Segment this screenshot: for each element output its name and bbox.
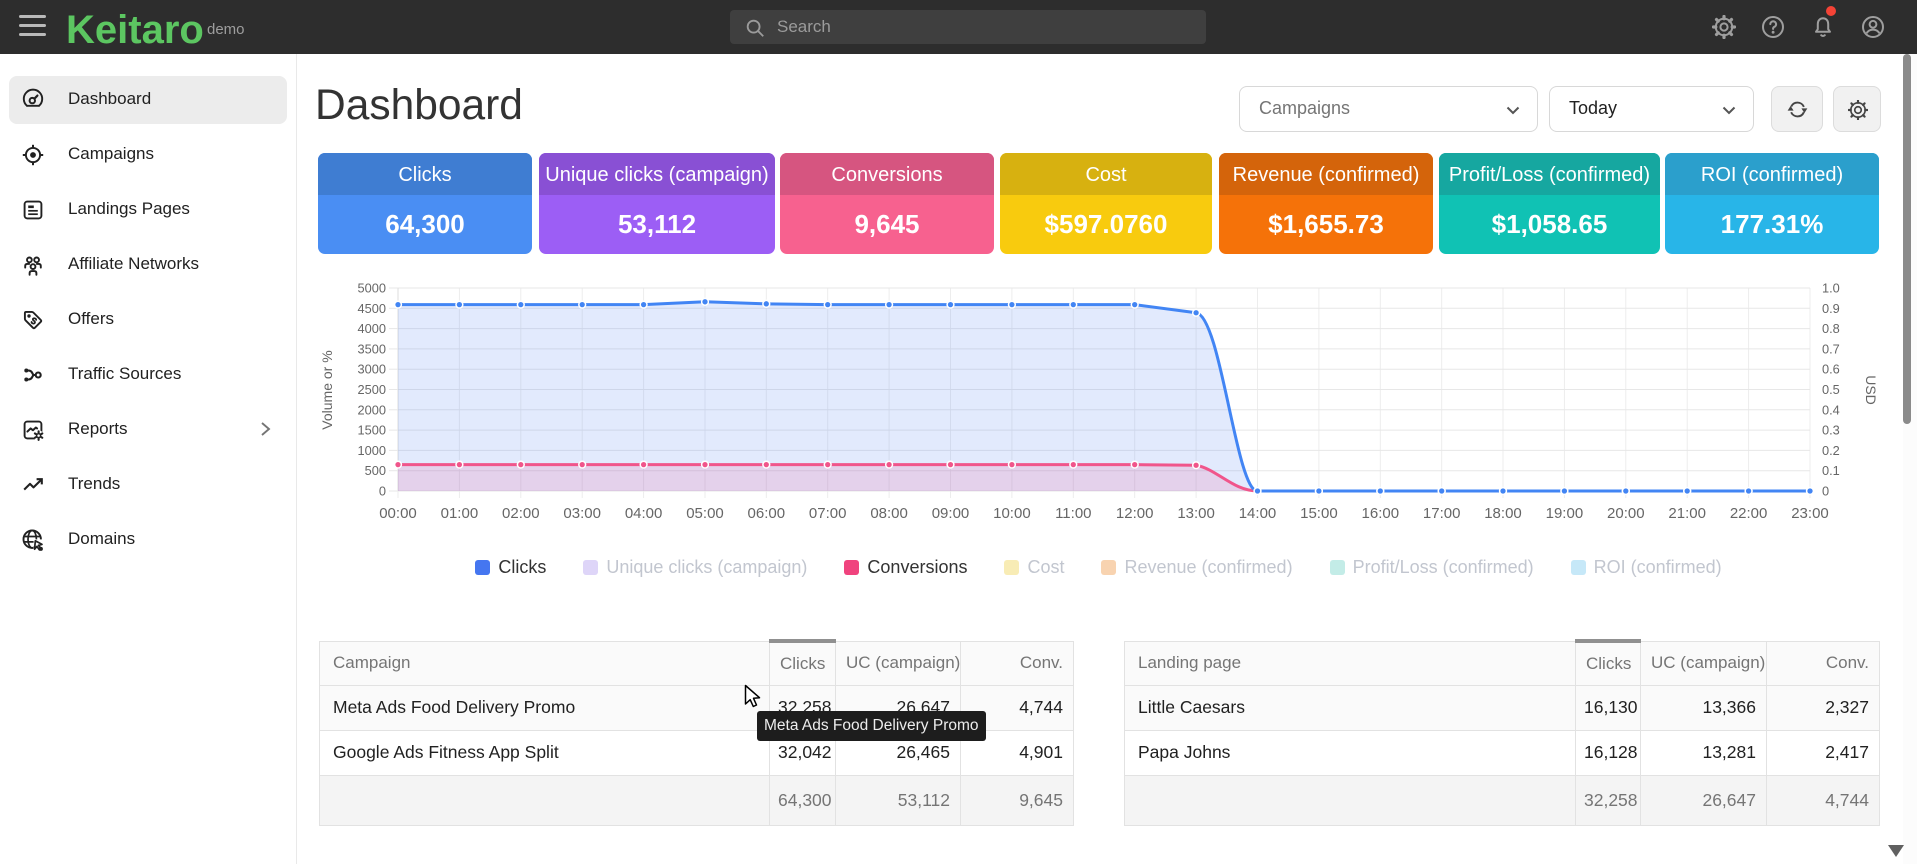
- svg-text:0.9: 0.9: [1822, 301, 1840, 316]
- svg-text:02:00: 02:00: [502, 505, 540, 522]
- svg-text:19:00: 19:00: [1546, 505, 1584, 522]
- svg-text:07:00: 07:00: [809, 505, 847, 522]
- svg-text:16:00: 16:00: [1362, 505, 1400, 522]
- svg-text:08:00: 08:00: [870, 505, 908, 522]
- svg-text:Volume or %: Volume or %: [319, 350, 335, 429]
- svg-text:13:00: 13:00: [1177, 505, 1215, 522]
- svg-text:17:00: 17:00: [1423, 505, 1461, 522]
- svg-text:0.8: 0.8: [1822, 321, 1840, 336]
- svg-text:09:00: 09:00: [932, 505, 970, 522]
- svg-text:03:00: 03:00: [563, 505, 601, 522]
- svg-text:3000: 3000: [358, 362, 386, 377]
- svg-text:1500: 1500: [358, 423, 386, 438]
- svg-text:20:00: 20:00: [1607, 505, 1645, 522]
- svg-text:500: 500: [365, 463, 386, 478]
- svg-text:5000: 5000: [358, 281, 386, 296]
- svg-text:11:00: 11:00: [1055, 505, 1091, 522]
- svg-text:00:00: 00:00: [379, 505, 417, 522]
- svg-text:0: 0: [379, 484, 386, 499]
- svg-text:4000: 4000: [358, 321, 386, 336]
- svg-text:14:00: 14:00: [1239, 505, 1277, 522]
- svg-text:USD: USD: [1863, 375, 1879, 405]
- svg-text:18:00: 18:00: [1484, 505, 1522, 522]
- svg-text:04:00: 04:00: [625, 505, 663, 522]
- svg-text:1000: 1000: [358, 443, 386, 458]
- svg-text:01:00: 01:00: [441, 505, 479, 522]
- svg-text:3500: 3500: [358, 341, 386, 356]
- svg-text:1.0: 1.0: [1822, 281, 1840, 296]
- svg-text:0.5: 0.5: [1822, 382, 1840, 397]
- svg-text:4500: 4500: [358, 301, 386, 316]
- svg-text:22:00: 22:00: [1730, 505, 1768, 522]
- svg-text:2000: 2000: [358, 402, 386, 417]
- svg-text:0.1: 0.1: [1822, 463, 1840, 478]
- svg-text:05:00: 05:00: [686, 505, 724, 522]
- svg-text:0.4: 0.4: [1822, 402, 1840, 417]
- svg-text:0.2: 0.2: [1822, 443, 1840, 458]
- svg-text:23:00: 23:00: [1791, 505, 1829, 522]
- svg-text:0.7: 0.7: [1822, 341, 1840, 356]
- svg-text:15:00: 15:00: [1300, 505, 1338, 522]
- svg-text:12:00: 12:00: [1116, 505, 1154, 522]
- svg-text:06:00: 06:00: [748, 505, 786, 522]
- svg-text:0.6: 0.6: [1822, 362, 1840, 377]
- svg-text:2500: 2500: [358, 382, 386, 397]
- svg-text:21:00: 21:00: [1668, 505, 1706, 522]
- svg-text:0: 0: [1822, 484, 1829, 499]
- svg-text:10:00: 10:00: [993, 505, 1031, 522]
- svg-text:0.3: 0.3: [1822, 423, 1840, 438]
